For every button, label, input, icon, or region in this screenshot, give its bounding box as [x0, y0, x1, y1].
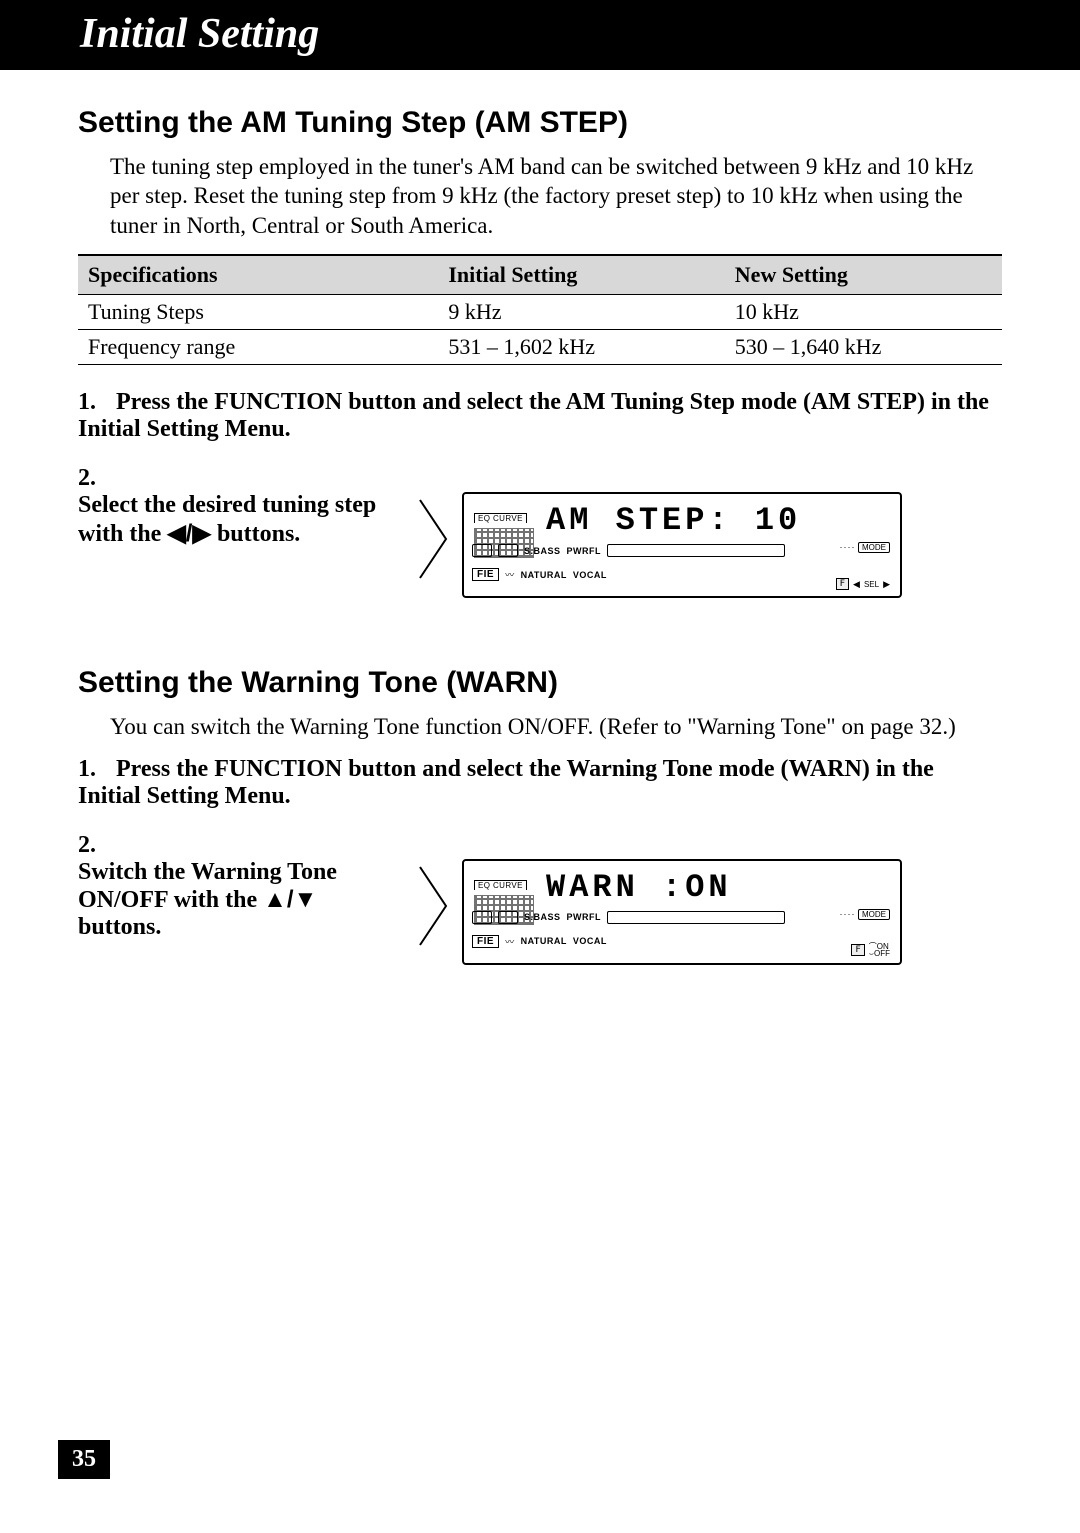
vocal-label: VOCAL	[573, 936, 607, 946]
wave-icon: 〰	[505, 568, 515, 581]
indicator-slot	[607, 911, 785, 924]
right-chevron-icon	[416, 496, 452, 566]
natural-label: NATURAL	[521, 570, 567, 580]
pwrfl-label: PWRFL	[567, 546, 602, 556]
f-badge: F	[836, 578, 849, 590]
section-intro: The tuning step employed in the tuner's …	[110, 152, 1002, 240]
lcd-display-warn: EQ CURVE WARN :ON S.BASS PWRFL	[462, 859, 902, 965]
right-chevron-icon	[416, 863, 452, 933]
mode-label: MODE	[858, 909, 890, 920]
steps-list: Press the FUNCTION button and select the…	[78, 389, 1002, 598]
indicator-slot	[607, 544, 785, 557]
page-content: Setting the AM Tuning Step (AM STEP) The…	[0, 70, 1080, 965]
section-am-step: Setting the AM Tuning Step (AM STEP) The…	[78, 106, 1002, 598]
sbass-label: S.BASS	[524, 546, 561, 556]
th-spec: Specifications	[78, 255, 438, 295]
section-warn: Setting the Warning Tone (WARN) You can …	[78, 666, 1002, 964]
cell: 10 kHz	[725, 295, 1002, 330]
left-arrow-icon: ◀	[853, 579, 860, 590]
sel-label: SEL	[864, 580, 879, 589]
step-item: Switch the Warning Tone ON/OFF with the …	[78, 832, 1002, 965]
wave-icon: 〰	[505, 935, 515, 948]
dots-icon	[839, 542, 855, 552]
step-item: Press the FUNCTION button and select the…	[78, 389, 1002, 443]
section-intro: You can switch the Warning Tone function…	[110, 712, 1002, 741]
cell: 531 – 1,602 kHz	[438, 330, 724, 365]
left-right-buttons-glyph: ◀/▶	[167, 520, 211, 547]
step-text: Press the FUNCTION button and select the…	[78, 756, 934, 809]
step-text-suffix: buttons.	[211, 521, 300, 547]
table-row: Frequency range 531 – 1,602 kHz 530 – 1,…	[78, 330, 1002, 365]
eq-curve-label: EQ CURVE	[474, 513, 527, 523]
cell: Tuning Steps	[78, 295, 438, 330]
table-row: Tuning Steps 9 kHz 10 kHz	[78, 295, 1002, 330]
sbass-label: S.BASS	[524, 912, 561, 922]
cell: 9 kHz	[438, 295, 724, 330]
steps-list: Press the FUNCTION button and select the…	[78, 756, 1002, 965]
lcd-main-text: WARN :ON	[546, 869, 732, 906]
page-number: 35	[58, 1440, 110, 1479]
spec-table: Specifications Initial Setting New Setti…	[78, 254, 1002, 365]
pwrfl-label: PWRFL	[567, 912, 602, 922]
cell: 530 – 1,640 kHz	[725, 330, 1002, 365]
indicator-slot	[498, 911, 518, 924]
table-header-row: Specifications Initial Setting New Setti…	[78, 255, 1002, 295]
right-arrow-icon: ▶	[883, 579, 890, 590]
page-header: Initial Setting	[0, 0, 1080, 70]
vocal-label: VOCAL	[573, 570, 607, 580]
off-label: ⌣OFF	[869, 950, 890, 957]
lcd-display-amstep: EQ CURVE AM STEP: 10 S.BASS PWRFL	[462, 492, 902, 598]
step-item: Press the FUNCTION button and select the…	[78, 756, 1002, 810]
indicator-slot	[472, 911, 492, 924]
mode-label: MODE	[858, 542, 890, 553]
fie-label: FIE	[472, 568, 499, 581]
step-item: Select the desired tuning step with the …	[78, 465, 1002, 598]
section-title: Setting the AM Tuning Step (AM STEP)	[78, 106, 1002, 140]
step-text: Press the FUNCTION button and select the…	[78, 389, 989, 442]
eq-curve-label: EQ CURVE	[474, 880, 527, 890]
fie-label: FIE	[472, 935, 499, 948]
th-new: New Setting	[725, 255, 1002, 295]
natural-label: NATURAL	[521, 936, 567, 946]
indicator-slot	[472, 544, 492, 557]
mode-badge: MODE	[839, 542, 890, 552]
section-title: Setting the Warning Tone (WARN)	[78, 666, 1002, 700]
cell: Frequency range	[78, 330, 438, 365]
mode-badge: MODE	[839, 909, 890, 919]
header-title: Initial Setting	[80, 11, 319, 57]
up-down-buttons-glyph: ▲/▼	[263, 886, 317, 913]
dots-icon	[839, 909, 855, 919]
f-badge: F	[851, 944, 864, 956]
step-text-suffix: buttons.	[78, 914, 161, 940]
indicator-slot	[498, 544, 518, 557]
th-init: Initial Setting	[438, 255, 724, 295]
lcd-main-text: AM STEP: 10	[546, 502, 801, 539]
